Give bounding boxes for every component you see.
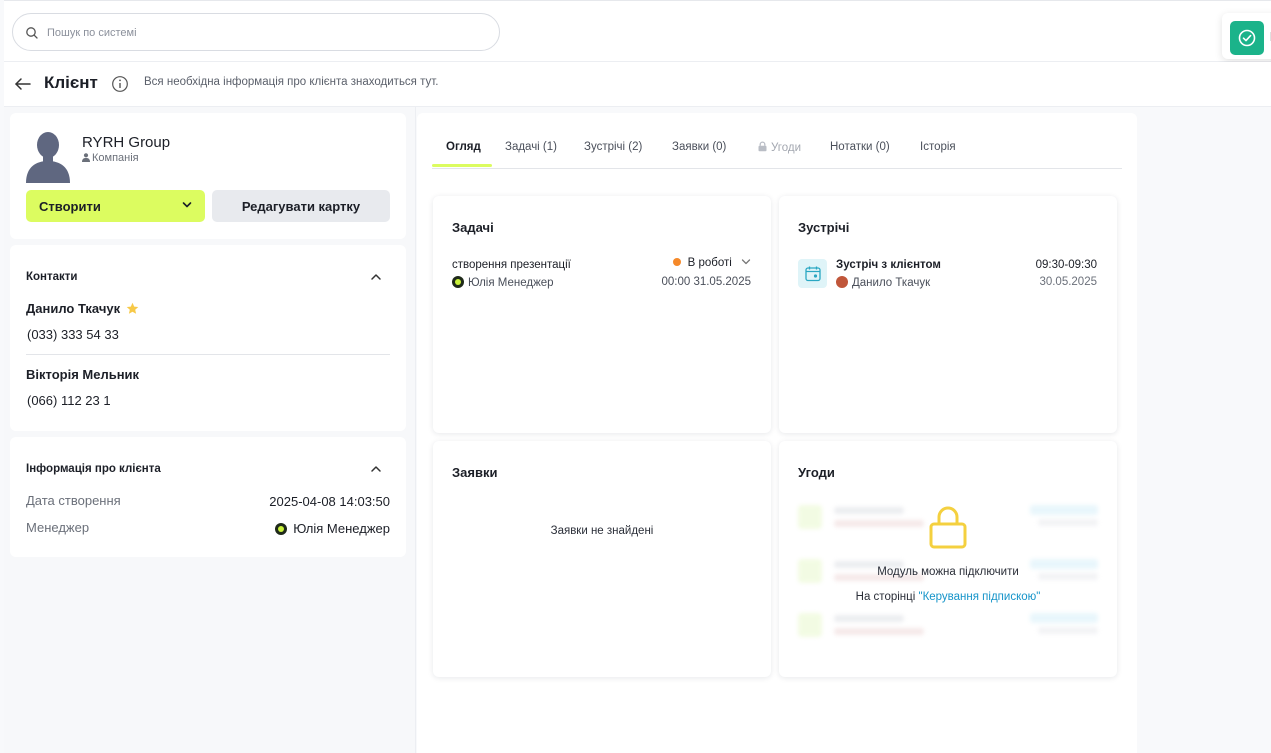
profile-card: RYRH Group Компанія Створити Редагувати …: [10, 113, 406, 239]
manager-label: Менеджер: [26, 520, 90, 535]
lock-icon: [758, 141, 767, 152]
client-name: RYRH Group: [82, 134, 171, 151]
requests-title: Заявки: [452, 465, 498, 480]
page-title: Клієнт: [44, 73, 98, 92]
notification-toast[interactable]: К: [1222, 13, 1271, 59]
meetings-panel: Зустрічі Зустріч з клієнтом Данило Ткачу…: [779, 196, 1117, 433]
contacts-card: Контакти Данило Ткачук (033) 333 54 33 В…: [10, 245, 406, 431]
meeting-name[interactable]: Зустріч з клієнтом: [836, 259, 941, 271]
client-info-card: Інформація про клієнта Дата створення 20…: [10, 437, 406, 557]
requests-empty-message: Заявки не знайдені: [550, 525, 654, 537]
meeting-participant-name: Данило Ткачук: [852, 277, 931, 289]
search-box[interactable]: [12, 13, 500, 51]
tasks-panel: Задачі створення презентації Юлія Менедж…: [433, 196, 771, 433]
manager-name: Юлія Менеджер: [293, 521, 390, 536]
star-icon: [126, 302, 139, 314]
task-date: 00:00 31.05.2025: [661, 276, 751, 288]
locked-message-link-line: На сторінці "Керування підпискою": [779, 591, 1117, 603]
status-dot-icon: [672, 258, 681, 266]
check-icon: [1230, 21, 1264, 55]
deals-title: Угоди: [798, 465, 835, 480]
info-icon[interactable]: [111, 75, 129, 93]
meeting-date: 30.05.2025: [1039, 276, 1097, 288]
left-column: RYRH Group Компанія Створити Редагувати …: [4, 107, 416, 753]
tab-tasks[interactable]: Задачі (1): [505, 141, 557, 153]
locked-prefix: На сторінці: [855, 591, 919, 603]
person-icon: [82, 153, 90, 162]
user-avatar-icon: [275, 523, 288, 535]
padlock-icon: [929, 506, 967, 549]
task-status-dropdown[interactable]: В роботі: [672, 257, 751, 269]
top-bar: К: [4, 0, 1271, 62]
chevron-down-icon: [182, 202, 192, 208]
blurred-deal-row: [798, 609, 1098, 641]
tab-overview[interactable]: Огляд: [446, 141, 481, 153]
user-avatar-icon: [452, 276, 464, 288]
meetings-title: Зустрічі: [798, 220, 850, 235]
calendar-person-icon: [798, 259, 827, 288]
task-name[interactable]: створення презентації: [452, 259, 571, 271]
locked-message: Модуль можна підключити: [877, 566, 1019, 578]
meeting-time: 09:30-09:30: [1035, 259, 1097, 271]
tasks-title: Задачі: [452, 220, 494, 235]
tab-bar: Огляд Задачі (1) Зустрічі (2) Заявки (0)…: [432, 133, 1122, 169]
back-arrow-icon[interactable]: [14, 76, 32, 92]
edit-card-button[interactable]: Редагувати картку: [212, 190, 390, 222]
divider: [26, 354, 390, 355]
tab-notes[interactable]: Нотатки (0): [830, 141, 890, 153]
subscription-link[interactable]: "Керування підпискою": [918, 591, 1040, 603]
contacts-title: Контакти: [26, 271, 78, 283]
page-header: Клієнт Вся необхідна інформація про кліє…: [4, 62, 1271, 107]
created-label: Дата створення: [26, 493, 121, 508]
tab-history[interactable]: Історія: [920, 141, 956, 153]
client-info-title: Інформація про клієнта: [26, 463, 161, 475]
manager-value: Юлія Менеджер: [275, 521, 390, 536]
client-type-label: Компанія: [92, 152, 139, 164]
requests-panel: Заявки Заявки не знайдені: [433, 441, 771, 677]
search-input[interactable]: [47, 23, 487, 43]
contact-phone[interactable]: (033) 333 54 33: [27, 327, 119, 342]
tab-requests[interactable]: Заявки (0): [672, 141, 726, 153]
tab-deals-label: Угоди: [771, 142, 802, 154]
avatar: [26, 132, 70, 183]
deals-panel: Угоди Модуль можна підключити На сторінц…: [779, 441, 1117, 677]
tab-overview-label: Огляд: [446, 141, 481, 153]
chevron-up-icon[interactable]: [370, 465, 382, 473]
task-assignee-name: Юлія Менеджер: [468, 277, 554, 289]
contact-name[interactable]: Данило Ткачук: [26, 301, 139, 316]
meeting-participant: Данило Ткачук: [836, 276, 930, 289]
create-button-label: Створити: [39, 198, 101, 214]
page-subtitle: Вся необхідна інформація про клієнта зна…: [144, 76, 439, 88]
tab-meetings[interactable]: Зустрічі (2): [584, 141, 642, 153]
contact-name-label: Данило Ткачук: [26, 301, 121, 316]
contact-name[interactable]: Вікторія Мельник: [26, 367, 139, 382]
active-tab-indicator: [432, 164, 492, 167]
task-status-label: В роботі: [687, 257, 732, 269]
contact-phone[interactable]: (066) 112 23 1: [27, 393, 111, 408]
main-panel: Огляд Задачі (1) Зустрічі (2) Заявки (0)…: [417, 113, 1137, 753]
client-type: Компанія: [82, 152, 139, 164]
created-value: 2025-04-08 14:03:50: [269, 494, 390, 509]
tab-deals[interactable]: Угоди: [757, 141, 801, 154]
create-button[interactable]: Створити: [26, 190, 205, 222]
task-assignee: Юлія Менеджер: [452, 276, 554, 289]
chevron-up-icon[interactable]: [370, 273, 382, 281]
user-avatar-icon: [836, 276, 848, 288]
search-icon: [26, 27, 38, 39]
chevron-down-icon: [741, 259, 751, 265]
